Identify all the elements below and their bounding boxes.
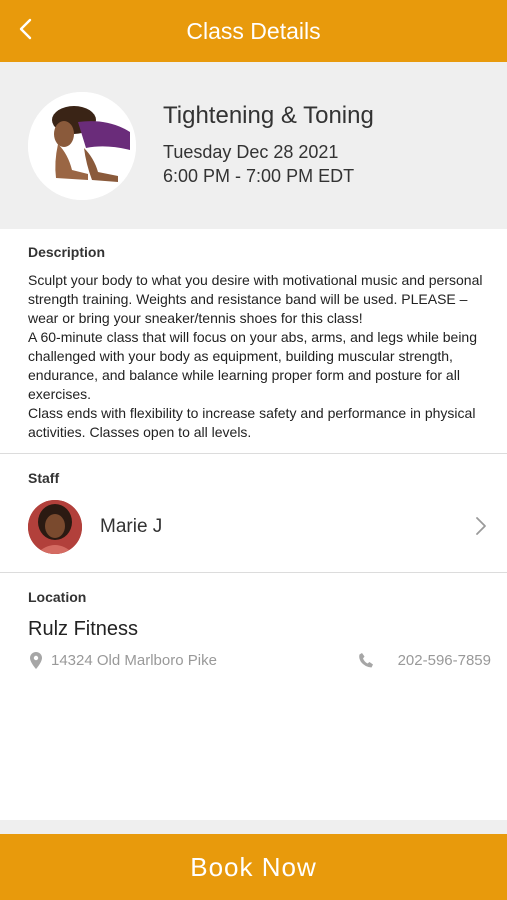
class-name: Tightening & Toning	[163, 102, 374, 129]
phone-icon	[359, 653, 373, 668]
divider	[0, 453, 507, 454]
book-now-button[interactable]: Book Now	[0, 834, 507, 900]
footer-divider	[0, 820, 507, 834]
class-date: Tuesday Dec 28 2021	[163, 142, 339, 162]
phone-link[interactable]: 202-596-7859	[359, 651, 491, 671]
map-pin-icon	[30, 652, 42, 669]
location-label: Location	[28, 589, 87, 605]
phone-text: 202-596-7859	[397, 652, 491, 669]
top-bar: Class Details	[0, 0, 507, 62]
page-title: Class Details	[186, 18, 321, 44]
class-time: 6:00 PM - 7:00 PM EDT	[163, 166, 355, 186]
avatar	[28, 500, 82, 554]
class-image	[28, 92, 136, 200]
location-name: Rulz Fitness	[28, 618, 139, 640]
description-text: Sculpt your body to what you desire with…	[28, 272, 483, 440]
staff-name: Marie J	[100, 516, 163, 537]
address-text: 14324 Old Marlboro Pike	[51, 652, 217, 669]
divider	[0, 572, 507, 573]
class-header: Tightening & Toning Tuesday Dec 28 2021 …	[0, 62, 507, 229]
description-label: Description	[28, 244, 106, 260]
chevron-right-icon	[476, 517, 486, 535]
staff-row[interactable]: Marie J	[0, 488, 507, 568]
staff-label: Staff	[28, 470, 60, 486]
